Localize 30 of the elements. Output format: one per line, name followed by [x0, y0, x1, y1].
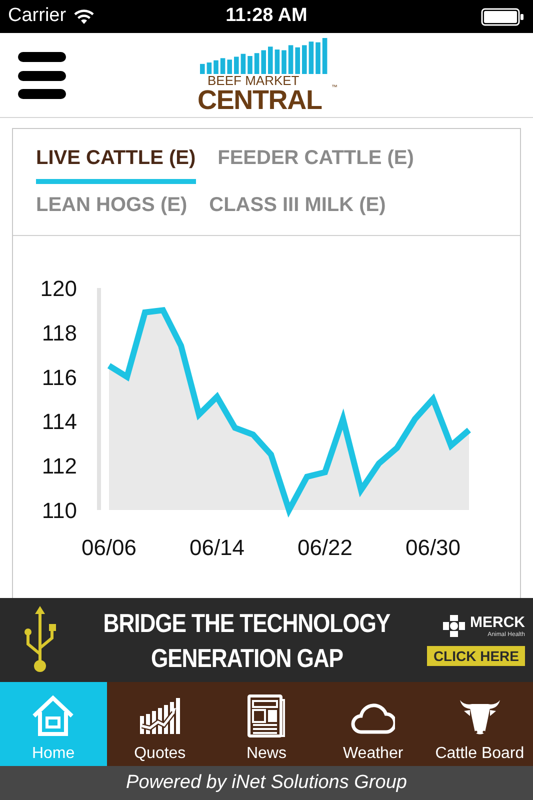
- ad-headline: GENERATION GAP: [151, 644, 343, 670]
- y-axis-label: 116: [42, 364, 77, 390]
- click-here-button[interactable]: CLICK HERE: [427, 646, 525, 666]
- tab-bar-item[interactable]: Quotes: [106, 682, 214, 766]
- logo-text: BEEF MARKET: [208, 74, 300, 87]
- tab-bar-item[interactable]: News: [213, 682, 320, 766]
- x-axis-label: 06/30: [405, 535, 461, 560]
- x-axis-label: 06/14: [189, 535, 245, 560]
- menu-icon[interactable]: [18, 52, 66, 99]
- house-icon: [31, 694, 76, 738]
- clock-time: 11:28 AM: [226, 4, 308, 28]
- y-axis-label: 112: [42, 454, 77, 479]
- carrier-name: Carrier: [8, 4, 66, 28]
- y-axis-label: 118: [42, 320, 77, 346]
- powered-by-text: Powered by iNet Solutions Group: [126, 770, 407, 795]
- tab-bar-item[interactable]: Cattle Board: [426, 682, 533, 766]
- market-tab[interactable]: LIVE CATTLE (E): [36, 137, 196, 184]
- battery-icon: [481, 6, 525, 26]
- wifi-icon: [74, 8, 94, 24]
- brand-name: MERCK: [470, 614, 525, 630]
- x-axis-label: 06/06: [81, 535, 137, 560]
- cross-logo-icon: [442, 614, 466, 638]
- ad-headline: BRIDGE THE TECHNOLOGY: [104, 610, 390, 636]
- y-axis-label: 114: [42, 409, 77, 434]
- y-axis-label: 110: [42, 498, 77, 523]
- logo-text: CENTRAL: [198, 87, 322, 114]
- y-axis-label: 120: [40, 276, 77, 301]
- tab-bar-item[interactable]: Weather: [320, 682, 426, 766]
- x-axis-label: 06/22: [297, 535, 353, 560]
- usb-icon: [23, 606, 57, 674]
